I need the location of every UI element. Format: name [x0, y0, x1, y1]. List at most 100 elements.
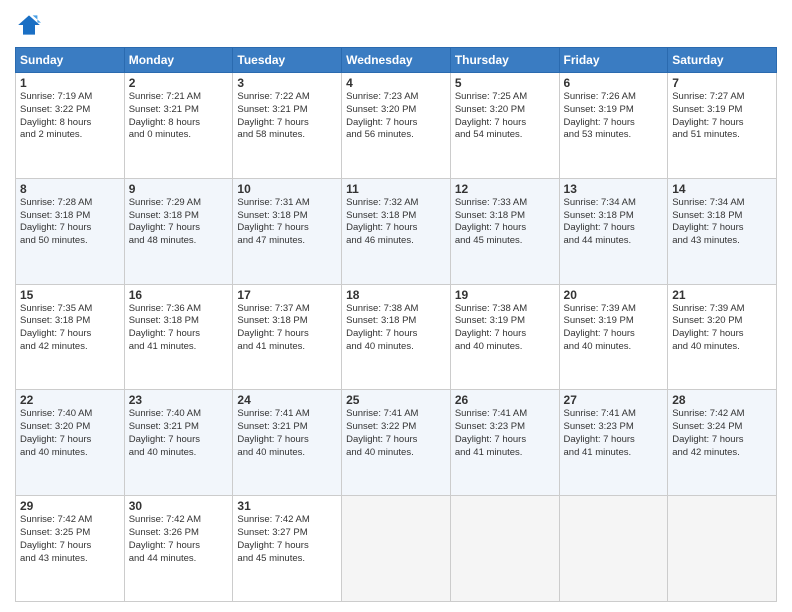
weekday-saturday: Saturday [668, 48, 777, 73]
cell-info-line: Daylight: 8 hours [20, 117, 120, 130]
cell-info-line: and 43 minutes. [20, 553, 120, 566]
cell-info-line: Sunset: 3:21 PM [237, 421, 337, 434]
cell-info-line: Daylight: 7 hours [564, 434, 664, 447]
weekday-friday: Friday [559, 48, 668, 73]
day-number: 11 [346, 182, 446, 196]
day-number: 16 [129, 288, 229, 302]
day-number: 7 [672, 76, 772, 90]
cell-info-line: and 40 minutes. [672, 341, 772, 354]
cell-info-line: Daylight: 7 hours [672, 434, 772, 447]
cell-info-line: Sunrise: 7:41 AM [346, 408, 446, 421]
calendar-cell: 19Sunrise: 7:38 AMSunset: 3:19 PMDayligh… [450, 284, 559, 390]
day-number: 29 [20, 499, 120, 513]
day-number: 19 [455, 288, 555, 302]
calendar-cell: 23Sunrise: 7:40 AMSunset: 3:21 PMDayligh… [124, 390, 233, 496]
cell-info-line: Sunrise: 7:32 AM [346, 197, 446, 210]
cell-info-line: Sunset: 3:25 PM [20, 527, 120, 540]
cell-info-line: Daylight: 7 hours [672, 328, 772, 341]
cell-info-line: Daylight: 8 hours [129, 117, 229, 130]
cell-info-line: Sunrise: 7:37 AM [237, 303, 337, 316]
cell-info-line: Sunrise: 7:38 AM [455, 303, 555, 316]
calendar-cell: 8Sunrise: 7:28 AMSunset: 3:18 PMDaylight… [16, 178, 125, 284]
day-number: 18 [346, 288, 446, 302]
cell-info-line: Sunrise: 7:28 AM [20, 197, 120, 210]
cell-info-line: Sunrise: 7:21 AM [129, 91, 229, 104]
cell-info-line: Daylight: 7 hours [346, 222, 446, 235]
cell-info-line: and 44 minutes. [564, 235, 664, 248]
calendar-cell [668, 496, 777, 602]
cell-info-line: and 40 minutes. [346, 447, 446, 460]
cell-info-line: Sunset: 3:20 PM [672, 315, 772, 328]
cell-info-line: Sunset: 3:20 PM [20, 421, 120, 434]
cell-info-line: Sunrise: 7:23 AM [346, 91, 446, 104]
weekday-tuesday: Tuesday [233, 48, 342, 73]
cell-info-line: Sunset: 3:21 PM [237, 104, 337, 117]
cell-info-line: Sunrise: 7:40 AM [129, 408, 229, 421]
cell-info-line: and 46 minutes. [346, 235, 446, 248]
cell-info-line: Sunrise: 7:41 AM [455, 408, 555, 421]
cell-info-line: Sunrise: 7:33 AM [455, 197, 555, 210]
cell-info-line: Sunset: 3:18 PM [237, 210, 337, 223]
day-number: 26 [455, 393, 555, 407]
cell-info-line: Sunrise: 7:42 AM [672, 408, 772, 421]
cell-info-line: and 47 minutes. [237, 235, 337, 248]
cell-info-line: Daylight: 7 hours [129, 540, 229, 553]
week-row-5: 29Sunrise: 7:42 AMSunset: 3:25 PM Dayligh… [16, 496, 777, 602]
cell-info-line: Sunrise: 7:41 AM [237, 408, 337, 421]
day-number: 25 [346, 393, 446, 407]
calendar-cell: 30Sunrise: 7:42 AMSunset: 3:26 PMDayligh… [124, 496, 233, 602]
weekday-header-row: SundayMondayTuesdayWednesdayThursdayFrid… [16, 48, 777, 73]
cell-info-line: Sunrise: 7:27 AM [672, 91, 772, 104]
calendar-cell: 11Sunrise: 7:32 AMSunset: 3:18 PMDayligh… [342, 178, 451, 284]
cell-info-line: Sunrise: 7:25 AM [455, 91, 555, 104]
cell-info-line: Daylight: 7 hours [455, 328, 555, 341]
cell-info-line: Sunset: 3:23 PM [455, 421, 555, 434]
day-number: 8 [20, 182, 120, 196]
cell-info-line: Sunrise: 7:38 AM [346, 303, 446, 316]
cell-info-line: and 48 minutes. [129, 235, 229, 248]
cell-info-line: Daylight: 7 hours [564, 328, 664, 341]
day-number: 27 [564, 393, 664, 407]
cell-info-line: Sunset: 3:18 PM [129, 315, 229, 328]
day-number: 5 [455, 76, 555, 90]
calendar-cell: 1Sunrise: 7:19 AMSunset: 3:22 PMDaylight… [16, 73, 125, 179]
cell-info-line: Sunrise: 7:42 AM [20, 514, 120, 527]
cell-info-line: Daylight: 7 hours [20, 328, 120, 341]
cell-info-line: Daylight: 7 hours [346, 328, 446, 341]
page: SundayMondayTuesdayWednesdayThursdayFrid… [0, 0, 792, 612]
cell-info-line: Sunset: 3:27 PM [237, 527, 337, 540]
day-number: 6 [564, 76, 664, 90]
day-number: 2 [129, 76, 229, 90]
cell-info-line: Sunset: 3:18 PM [564, 210, 664, 223]
calendar-table: SundayMondayTuesdayWednesdayThursdayFrid… [15, 47, 777, 602]
cell-info-line: Sunset: 3:19 PM [455, 315, 555, 328]
cell-info-line: Daylight: 7 hours [564, 117, 664, 130]
calendar-cell: 13Sunrise: 7:34 AMSunset: 3:18 PMDayligh… [559, 178, 668, 284]
cell-info-line: and 54 minutes. [455, 129, 555, 142]
cell-info-line: Sunset: 3:19 PM [672, 104, 772, 117]
calendar-cell: 25Sunrise: 7:41 AMSunset: 3:22 PMDayligh… [342, 390, 451, 496]
calendar-cell: 28Sunrise: 7:42 AMSunset: 3:24 PMDayligh… [668, 390, 777, 496]
calendar-cell [559, 496, 668, 602]
cell-info-line: Sunset: 3:22 PM [346, 421, 446, 434]
cell-info-line: and 40 minutes. [237, 447, 337, 460]
cell-info-line: Sunrise: 7:34 AM [564, 197, 664, 210]
cell-info-line: and 41 minutes. [237, 341, 337, 354]
week-row-3: 15Sunrise: 7:35 AMSunset: 3:18 PMDayligh… [16, 284, 777, 390]
cell-info-line: Daylight: 7 hours [237, 222, 337, 235]
cell-info-line: Daylight: 7 hours [455, 434, 555, 447]
cell-info-line: Sunrise: 7:31 AM [237, 197, 337, 210]
day-number: 30 [129, 499, 229, 513]
cell-info-line: Daylight: 7 hours [129, 434, 229, 447]
cell-info-line: and 40 minutes. [455, 341, 555, 354]
cell-info-line: and 40 minutes. [346, 341, 446, 354]
cell-info-line: and 40 minutes. [564, 341, 664, 354]
calendar-cell: 31Sunrise: 7:42 AMSunset: 3:27 PMDayligh… [233, 496, 342, 602]
calendar-cell: 24Sunrise: 7:41 AMSunset: 3:21 PMDayligh… [233, 390, 342, 496]
weekday-monday: Monday [124, 48, 233, 73]
week-row-4: 22Sunrise: 7:40 AMSunset: 3:20 PMDayligh… [16, 390, 777, 496]
cell-info-line: Sunrise: 7:36 AM [129, 303, 229, 316]
day-number: 14 [672, 182, 772, 196]
day-number: 24 [237, 393, 337, 407]
cell-info-line: and 42 minutes. [20, 341, 120, 354]
